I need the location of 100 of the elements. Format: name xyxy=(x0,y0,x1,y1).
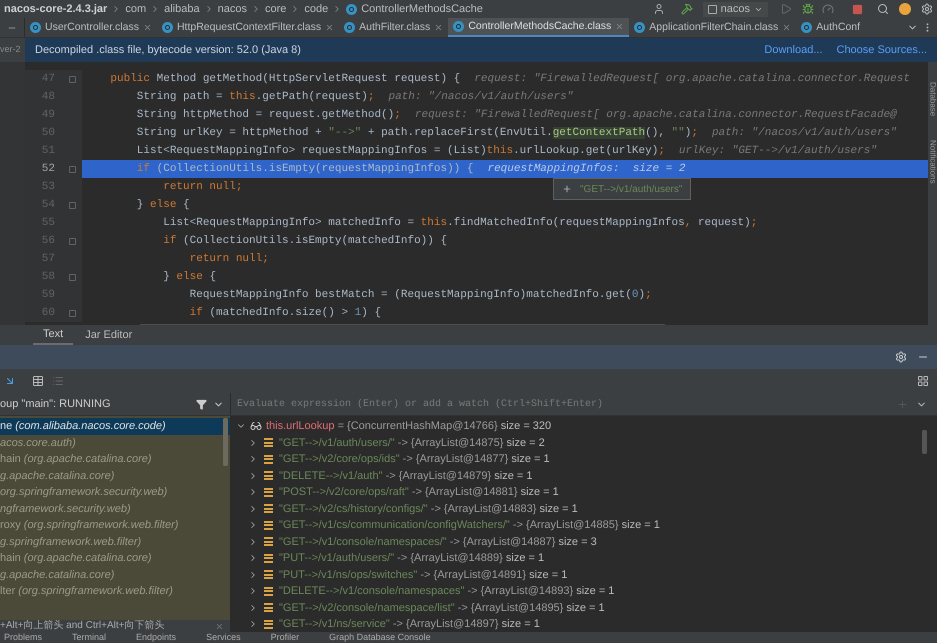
layout-icon[interactable] xyxy=(917,375,929,387)
map-entry[interactable]: "GET-->/v2/core/ops/ids" -> {ArrayList@14877} size = 1 xyxy=(279,451,550,468)
variable-row[interactable]: this.urlLookup = {ConcurrentHashMap@14766} size = 320 xyxy=(266,418,552,434)
editor-tab[interactable]: AuthFilter.class xyxy=(339,18,448,37)
inline-value-hint: path: "/nacos/v1/auth/users" xyxy=(388,90,574,105)
stack-frame[interactable]: acos.core.auth) xyxy=(0,434,230,451)
stack-frame[interactable]: g.springframework.web.filter) xyxy=(0,534,230,550)
add-icon[interactable] xyxy=(562,184,572,194)
class-icon xyxy=(344,22,356,33)
class-icon xyxy=(30,22,41,33)
banner-link[interactable]: Choose Sources... xyxy=(836,42,927,58)
tool-window-tab[interactable]: Terminal xyxy=(72,633,106,642)
map-entry-icon xyxy=(264,438,273,448)
class-icon xyxy=(801,22,812,33)
class-icon xyxy=(634,22,646,33)
stop-icon[interactable] xyxy=(852,4,863,14)
map-entry[interactable]: "DELETE-->/v1/console/namespaces" -> {ArrayList@14893} size = 1 xyxy=(279,583,614,600)
tool-window-tab[interactable]: Endpoints xyxy=(136,633,176,642)
map-entry[interactable]: "GET-->/v2/cs/history/configs/" -> {ArrayList@14883} size = 1 xyxy=(279,500,578,517)
code-line: return null; xyxy=(188,252,269,267)
code-line: String path = this.getPath(request); xyxy=(136,90,374,105)
table-icon[interactable] xyxy=(32,375,44,387)
map-entry[interactable]: "GET-->/v1/cs/communication/configWatchers/" -> {ArrayList@14885} size = 1 xyxy=(279,517,660,534)
tab-label: HttpRequestContextFilter.class xyxy=(176,20,322,35)
tool-window-tab[interactable]: Graph Database Console xyxy=(329,633,431,642)
editor-mode-tab[interactable]: Jar Editor xyxy=(75,325,142,345)
tool-window-tab[interactable]: Profiler xyxy=(270,633,300,642)
code-line: } else { xyxy=(162,270,216,285)
stack-frame[interactable]: hain (org.apache.catalina.core) xyxy=(0,550,230,566)
tab-label: UserController.class xyxy=(45,20,139,35)
close-icon[interactable] xyxy=(325,23,334,32)
variables-scrollbar[interactable] xyxy=(922,430,927,454)
map-entry-icon xyxy=(264,454,273,464)
stack-frame[interactable]: org.springframework.security.web) xyxy=(0,484,230,500)
search-icon[interactable] xyxy=(877,3,889,15)
watch-icon xyxy=(250,420,262,432)
map-entry[interactable]: "GET-->/v1/auth/users/" -> {ArrayList@14875} size = 2 xyxy=(279,434,545,451)
editor-tab[interactable]: ControllerMethodsCache.class xyxy=(448,18,630,37)
inline-value-hint: path: "/nacos/v1/auth/users" xyxy=(712,126,897,141)
frames-scrollbar[interactable] xyxy=(223,418,228,466)
hammer-icon[interactable] xyxy=(680,3,693,15)
breadcrumb-item[interactable]: ControllerMethodsCache xyxy=(361,0,483,18)
step-icon[interactable] xyxy=(4,375,16,387)
editor-tab[interactable]: ApplicationFilterChain.class xyxy=(629,18,796,37)
breadcrumb-item[interactable]: nacos-core-2.4.3.jar xyxy=(4,0,108,18)
code-line: public Method getMethod(HttpServletRequest request) { xyxy=(109,72,460,87)
update-icon[interactable] xyxy=(899,3,911,15)
user-icon[interactable] xyxy=(652,3,665,15)
debug-icon[interactable] xyxy=(802,3,814,15)
map-entry[interactable]: "DELETE-->/v1/auth" -> {ArrayList@14879} size = 1 xyxy=(279,468,532,484)
code-line: String urlKey = httpMethod + "-->" + path.replaceFirst(EnvUtil.getContextPath(), ""); xyxy=(136,126,698,141)
tool-window-tab[interactable]: Services xyxy=(206,633,241,642)
profiler-icon[interactable] xyxy=(822,3,834,15)
map-entry[interactable]: "GET-->/v1/console/namespaces/" -> {ArrayList@14887} size = 3 xyxy=(279,534,597,550)
map-entry[interactable]: "GET-->/v2/console/namespace/list" -> {ArrayList@14895} size = 1 xyxy=(279,600,605,616)
breadcrumb-item[interactable]: alibaba xyxy=(164,0,200,18)
map-entry-icon xyxy=(264,471,273,480)
close-icon[interactable] xyxy=(142,23,152,32)
breadcrumb-item[interactable]: core xyxy=(264,0,286,18)
banner-text: Decompiled .class file, bytecode version: 52.0 (Java 8) xyxy=(35,42,302,58)
map-entry[interactable]: "GET-->/v1/ns/service" -> {ArrayList@14897} size = 1 xyxy=(279,616,540,632)
code-line: List<RequestMappingInfo> matchedInfo = this.findMatchedInfo(requestMappingInfos, request); xyxy=(162,216,758,231)
editor-tab[interactable]: AuthConf xyxy=(796,18,866,37)
line-number: 52 xyxy=(40,162,55,177)
stack-frame[interactable]: hain (org.apache.catalina.core) xyxy=(0,451,230,468)
tool-window-tab[interactable]: Problems xyxy=(4,633,42,642)
code-line: } else { xyxy=(136,198,190,213)
stack-frame[interactable]: roxy (org.springframework.web.filter) xyxy=(0,517,230,534)
breadcrumb-item[interactable]: code xyxy=(304,0,328,18)
stack-frame[interactable]: g.apache.catalina.core) xyxy=(0,566,230,583)
class-icon xyxy=(453,21,464,32)
close-icon[interactable] xyxy=(215,622,224,630)
inline-value-hint: request: "FirewalledRequest[ org.apache.catalina.connector.RequestFacade@ xyxy=(414,108,897,123)
code-line: if (matchedInfo.size() > 1) { xyxy=(188,306,382,321)
settings-icon[interactable] xyxy=(895,351,907,363)
map-entry[interactable]: "POST-->/v2/core/ops/raft" -> {ArrayList@14881} size = 1 xyxy=(279,484,559,500)
close-icon[interactable] xyxy=(434,23,444,32)
map-entry-icon xyxy=(264,488,273,497)
close-icon[interactable] xyxy=(782,23,792,32)
stack-frame[interactable]: ne (com.alibaba.nacos.core.code) xyxy=(0,418,230,434)
stack-frame[interactable]: g.apache.catalina.core) xyxy=(0,468,230,484)
stack-frame[interactable]: ngframework.security.web) xyxy=(0,500,230,517)
code-line: String httpMethod = request.getMethod(); xyxy=(136,108,401,123)
filter-icon[interactable] xyxy=(196,398,207,410)
map-entry-icon xyxy=(264,620,273,629)
settings-icon[interactable] xyxy=(921,3,933,15)
class-icon xyxy=(162,22,173,33)
editor-tab[interactable]: HttpRequestContextFilter.class xyxy=(156,18,340,37)
map-entry-icon xyxy=(264,554,273,563)
run-config-dropdown[interactable]: nacos xyxy=(702,2,768,16)
banner-link[interactable]: Download... xyxy=(764,42,822,58)
map-entry-icon xyxy=(264,504,273,514)
editor-tab[interactable]: UserController.class xyxy=(25,18,157,37)
breadcrumb-item[interactable]: com xyxy=(125,0,146,18)
breadcrumb-item[interactable]: nacos xyxy=(218,0,247,18)
map-entry[interactable]: "PUT-->/v1/auth/users/" -> {ArrayList@14889} size = 1 xyxy=(279,550,544,566)
map-entry-icon xyxy=(264,586,273,596)
stack-frame[interactable]: lter (org.springframework.web.filter) xyxy=(0,583,230,600)
code-line: List<RequestMappingInfo> requestMappingInfos = (List)this.urlLookup.get(urlKey); xyxy=(136,144,665,159)
map-entry[interactable]: "PUT-->/v1/ns/ops/switches" -> {ArrayList@14891} size = 1 xyxy=(279,566,568,583)
